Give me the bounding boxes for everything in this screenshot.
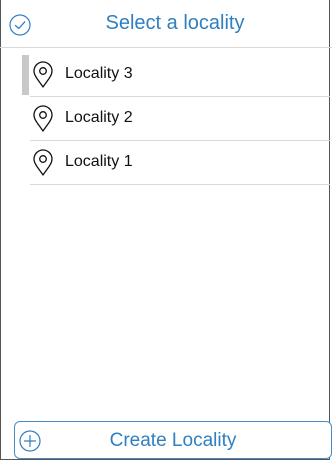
locality-list: Locality 3 Locality 2 Locality 1 — [0, 53, 332, 185]
header-bar: Select a locality — [0, 0, 332, 48]
locality-label: Locality 3 — [65, 65, 133, 82]
map-pin-icon — [33, 105, 53, 132]
map-pin-icon — [33, 61, 53, 88]
create-locality-button[interactable]: Create Locality — [14, 421, 332, 459]
locality-row-3[interactable]: Locality 3 — [0, 53, 332, 97]
row-divider — [30, 184, 330, 185]
locality-row-1[interactable]: Locality 1 — [0, 141, 332, 185]
selection-indicator — [22, 55, 29, 95]
map-pin-icon — [33, 149, 53, 176]
locality-label: Locality 2 — [65, 109, 133, 126]
locality-row-2[interactable]: Locality 2 — [0, 97, 332, 141]
page-title: Select a locality — [105, 12, 245, 34]
create-locality-label: Create Locality — [109, 430, 237, 451]
locality-label: Locality 1 — [65, 153, 133, 170]
